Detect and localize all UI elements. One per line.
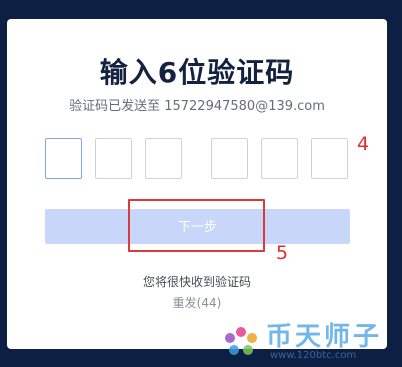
code-digit-6[interactable] (311, 138, 348, 179)
annotation-step-5: 5 (276, 242, 289, 264)
dialog-subtitle: 验证码已发送至 15722947580@139.com (69, 99, 325, 114)
code-digit-4[interactable] (211, 138, 248, 179)
resend-link[interactable]: 重发(44) (7, 294, 387, 311)
watermark-url: www.120btc.com (270, 350, 357, 361)
code-digit-5[interactable] (261, 138, 298, 179)
watermark-text: 币天师子 (266, 322, 383, 352)
code-digit-3[interactable] (145, 138, 182, 179)
annotation-step-4: 4 (357, 133, 370, 155)
delivery-hint: 您将很快收到验证码 (142, 275, 251, 289)
code-digit-1[interactable] (45, 138, 82, 179)
watermark: 币天师子 www.120btc.com (216, 312, 402, 367)
verification-dialog: 输入6位验证码 验证码已发送至 15722947580@139.com 下一步 … (7, 19, 387, 349)
code-digit-2[interactable] (95, 138, 132, 179)
dialog-title: 输入6位验证码 (99, 56, 295, 89)
flower-logo-icon (225, 327, 257, 355)
annotation-highlight-box (128, 199, 265, 252)
